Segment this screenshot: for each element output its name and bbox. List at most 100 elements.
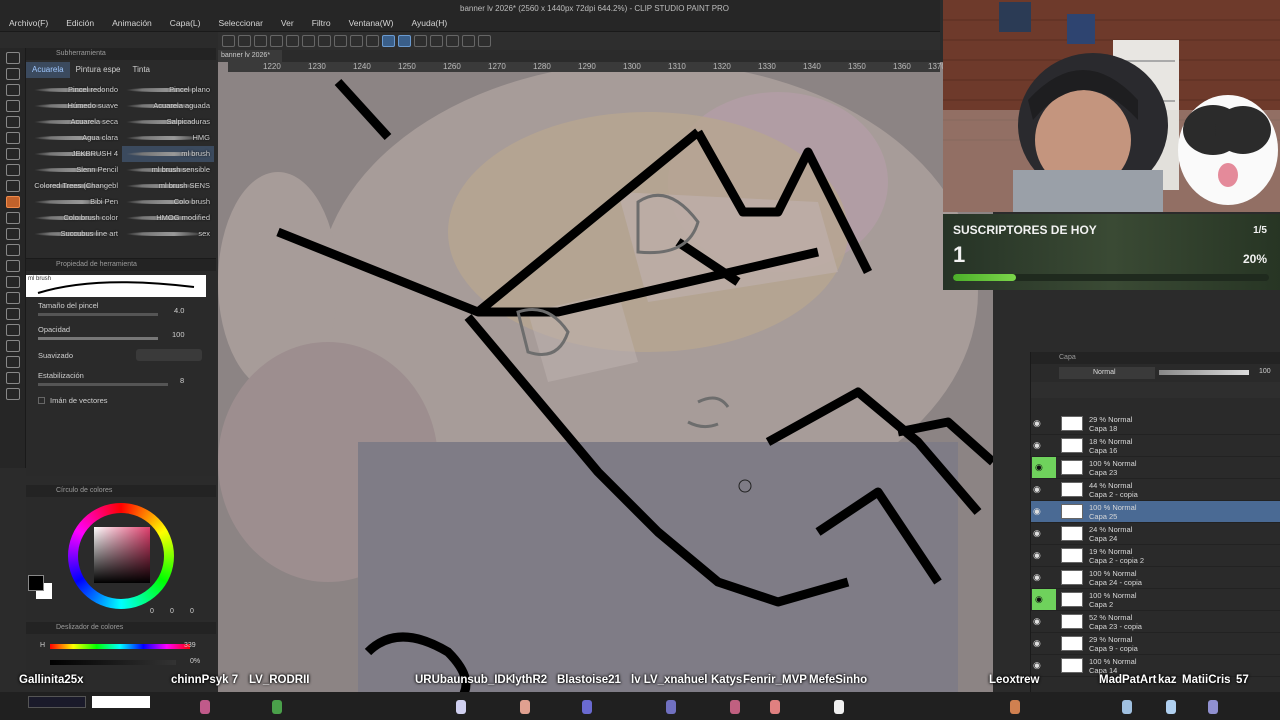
- brush-item[interactable]: HMG: [122, 130, 214, 146]
- tool-swatch[interactable]: [28, 696, 86, 708]
- zoom-icon[interactable]: [462, 35, 475, 47]
- blend-tool-icon[interactable]: [6, 260, 20, 272]
- eye-icon[interactable]: ◉: [1033, 550, 1045, 562]
- layer-row[interactable]: ◉ 29 % Normal Capa 18: [1031, 413, 1280, 435]
- eye-icon[interactable]: ◉: [1033, 506, 1045, 518]
- airbrush-tool-icon[interactable]: [6, 212, 20, 224]
- brush-size-slider[interactable]: [38, 313, 158, 316]
- eraser-tool-icon[interactable]: [6, 244, 20, 256]
- layer-row[interactable]: ◉ 52 % Normal Capa 23 - copia: [1031, 611, 1280, 633]
- brush-item[interactable]: ml brush sensible: [122, 162, 214, 178]
- brush-item[interactable]: HMOG modified: [122, 210, 214, 226]
- blend-mode-select[interactable]: Normal: [1059, 367, 1155, 379]
- eye-icon[interactable]: ◉: [1032, 589, 1056, 610]
- gradient-tool-icon[interactable]: [6, 292, 20, 304]
- menu-filtro[interactable]: Filtro: [303, 18, 340, 28]
- eye-icon[interactable]: ◉: [1033, 572, 1045, 584]
- deselect-icon[interactable]: [350, 35, 363, 47]
- stabilization-slider[interactable]: [38, 383, 168, 386]
- menu-archivo[interactable]: Archivo(F): [0, 18, 57, 28]
- invert-selection-icon[interactable]: [366, 35, 379, 47]
- tab-acuarela[interactable]: Acuarela: [26, 62, 70, 78]
- brush-item[interactable]: Húmedo suave: [30, 98, 122, 114]
- menu-animacion[interactable]: Animación: [103, 18, 161, 28]
- brush-item[interactable]: Colored Trees (Changebl: [30, 178, 122, 194]
- lasso-tool-icon[interactable]: [6, 116, 20, 128]
- menu-capa[interactable]: Capa(L): [161, 18, 210, 28]
- layer-opacity-value[interactable]: 100: [1259, 368, 1271, 375]
- zoom-tool-icon[interactable]: [6, 52, 20, 64]
- hue-slider[interactable]: [50, 644, 190, 649]
- brush-item[interactable]: Acuarela seca: [30, 114, 122, 130]
- clear-icon[interactable]: [318, 35, 331, 47]
- eye-icon[interactable]: ◉: [1033, 528, 1045, 540]
- save-icon[interactable]: [254, 35, 267, 47]
- brush-item[interactable]: Salpicaduras: [122, 114, 214, 130]
- brush-item[interactable]: Bibi Pen: [30, 194, 122, 210]
- correct-line-tool-icon[interactable]: [6, 388, 20, 400]
- layer-row[interactable]: ◉ 24 % Normal Capa 24: [1031, 523, 1280, 545]
- brush-item[interactable]: JEKBRUSH 4: [30, 146, 122, 162]
- tool-swatch[interactable]: [92, 696, 150, 708]
- brush-size-value[interactable]: 4.0: [174, 306, 184, 315]
- flip-icon[interactable]: [446, 35, 459, 47]
- saturation-value-square[interactable]: [94, 527, 150, 583]
- brush-item[interactable]: Agua clara: [30, 130, 122, 146]
- brush-item-selected[interactable]: ml brush: [122, 146, 214, 162]
- settings-icon[interactable]: [478, 35, 491, 47]
- snap-ruler-icon[interactable]: [382, 35, 395, 47]
- brush-item[interactable]: sex: [122, 226, 214, 242]
- opacity-value[interactable]: 100: [172, 330, 185, 339]
- snap-special-ruler-icon[interactable]: [398, 35, 411, 47]
- brush-item[interactable]: Colo brush color: [30, 210, 122, 226]
- tab-tinta[interactable]: Tinta: [127, 62, 157, 78]
- value-slider[interactable]: [50, 660, 176, 665]
- layer-row[interactable]: ◉ 100 % Normal Capa 2: [1031, 589, 1280, 611]
- rotate-icon[interactable]: [430, 35, 443, 47]
- brush-item[interactable]: Acuarela aguada: [122, 98, 214, 114]
- brush-item[interactable]: Pincel redondo: [30, 82, 122, 98]
- auto-select-tool-icon[interactable]: [6, 132, 20, 144]
- menu-ayuda[interactable]: Ayuda(H): [402, 18, 456, 28]
- tab-pintura-espesa[interactable]: Pintura espe: [70, 62, 127, 78]
- layer-row[interactable]: ◉ 44 % Normal Capa 2 - copia: [1031, 479, 1280, 501]
- eye-icon[interactable]: ◉: [1033, 616, 1045, 628]
- stabilization-value[interactable]: 8: [180, 376, 184, 385]
- pencil-tool-icon[interactable]: [6, 180, 20, 192]
- layer-row[interactable]: ◉ 19 % Normal Capa 2 - copia 2: [1031, 545, 1280, 567]
- figure-tool-icon[interactable]: [6, 308, 20, 320]
- document-tab[interactable]: banner lv 2026*: [218, 50, 282, 62]
- menu-edicion[interactable]: Edición: [57, 18, 103, 28]
- menu-ventana[interactable]: Ventana(W): [340, 18, 403, 28]
- decoration-tool-icon[interactable]: [6, 228, 20, 240]
- layer-row[interactable]: ◉ 100 % Normal Capa 23: [1031, 457, 1280, 479]
- eye-icon[interactable]: ◉: [1033, 440, 1045, 452]
- layer-row-selected[interactable]: ◉ 100 % Normal Capa 25: [1031, 501, 1280, 523]
- operation-tool-icon[interactable]: [6, 84, 20, 96]
- undo-icon[interactable]: [286, 35, 299, 47]
- text-tool-icon[interactable]: [6, 356, 20, 368]
- layer-row[interactable]: ◉ 100 % Normal Capa 24 - copia: [1031, 567, 1280, 589]
- ruler-tool-icon[interactable]: [6, 340, 20, 352]
- smoothing-selector[interactable]: [136, 349, 202, 361]
- grid-icon[interactable]: [414, 35, 427, 47]
- balloon-tool-icon[interactable]: [6, 372, 20, 384]
- fill-tool-icon[interactable]: [6, 276, 20, 288]
- move-tool-icon[interactable]: [6, 68, 20, 80]
- frame-tool-icon[interactable]: [6, 324, 20, 336]
- new-file-icon[interactable]: [222, 35, 235, 47]
- eye-icon[interactable]: ◉: [1033, 484, 1045, 496]
- eye-icon[interactable]: ◉: [1033, 638, 1045, 650]
- menu-seleccionar[interactable]: Seleccionar: [210, 18, 272, 28]
- opacity-slider[interactable]: [38, 337, 158, 340]
- layer-opacity-slider[interactable]: [1159, 370, 1249, 375]
- brush-item[interactable]: Succubus line art: [30, 226, 122, 242]
- eye-icon[interactable]: ◉: [1032, 457, 1056, 478]
- transform-icon[interactable]: [334, 35, 347, 47]
- canvas[interactable]: [218, 62, 993, 702]
- open-file-icon[interactable]: [238, 35, 251, 47]
- eyedropper-tool-icon[interactable]: [6, 148, 20, 160]
- menu-ver[interactable]: Ver: [272, 18, 303, 28]
- brush-item[interactable]: Slenn Pencil: [30, 162, 122, 178]
- redo-icon[interactable]: [302, 35, 315, 47]
